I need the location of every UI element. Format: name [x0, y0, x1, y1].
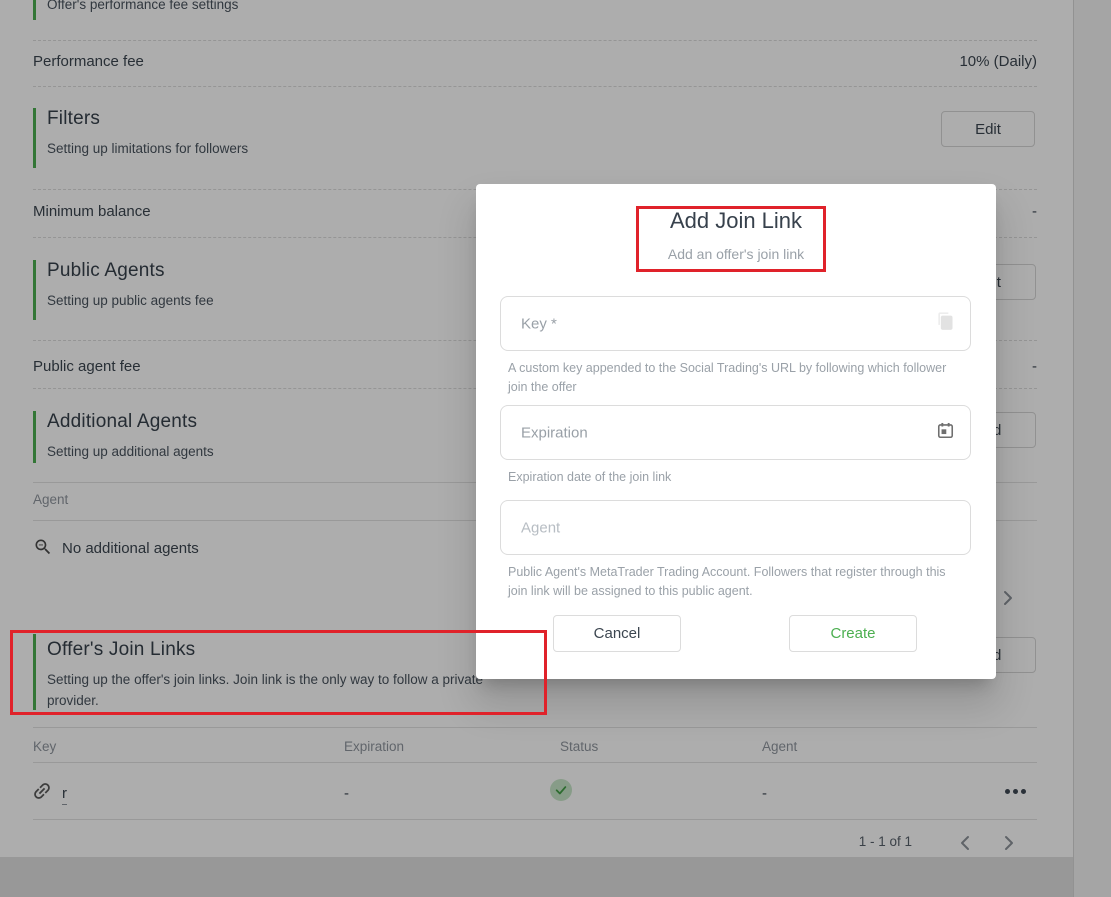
key-field[interactable]: Key * [500, 296, 971, 351]
expiration-helper-text: Expiration date of the join link [508, 470, 672, 484]
key-field-label: Key * [521, 315, 557, 332]
cancel-button[interactable]: Cancel [553, 615, 681, 652]
dialog-title: Add Join Link [669, 208, 803, 233]
agent-field-placeholder: Agent [521, 519, 561, 536]
expiration-field[interactable]: Expiration [500, 405, 971, 460]
copy-icon[interactable] [935, 311, 955, 336]
key-helper-text: A custom key appended to the Social Trad… [508, 361, 947, 394]
create-button[interactable]: Create [789, 615, 917, 652]
add-join-link-dialog: Add Join Link Add an offer's join link K… [476, 184, 996, 679]
calendar-icon[interactable] [936, 421, 955, 445]
agent-field[interactable]: Agent [500, 500, 971, 555]
agent-helper-text: Public Agent's MetaTrader Trading Accoun… [508, 565, 946, 598]
dialog-subtitle: Add an offer's join link [667, 246, 805, 262]
expiration-field-label: Expiration [521, 424, 588, 441]
